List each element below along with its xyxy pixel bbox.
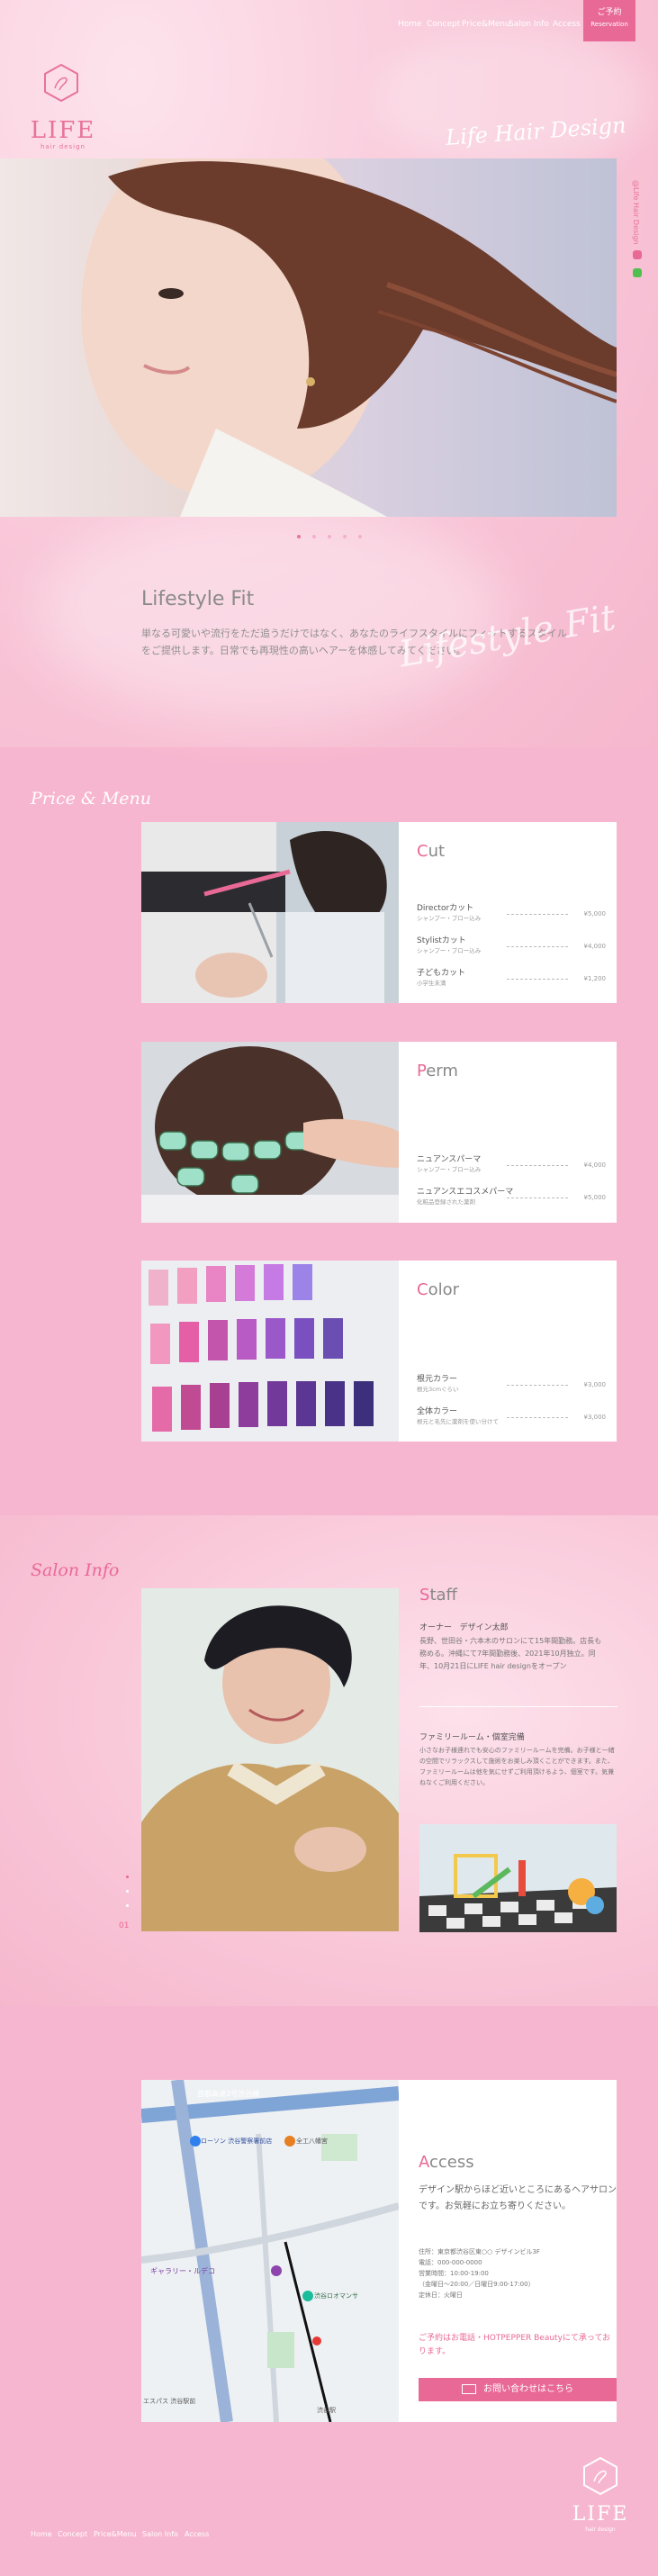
access-title: Access <box>419 2153 474 2172</box>
divider <box>419 1706 617 1707</box>
color-title: Color <box>417 1280 460 1299</box>
staff-photo <box>141 1588 399 1931</box>
menu-card-cut: Cut Directorカット シャンプー・ブロー込み ¥5,000 Styli… <box>141 822 617 1003</box>
access-hours-note: （金曜日～20:00／日曜日9:00-17:00） <box>419 2281 535 2288</box>
contact-label: お問い合わせはこちら <box>483 2384 573 2394</box>
brand-logo-sub: hair design <box>41 143 86 150</box>
reserve-button[interactable]: ご予約 Reservation <box>583 0 635 41</box>
reserve-sub: Reservation <box>590 21 628 28</box>
footer-brand[interactable]: LIFE <box>567 2503 634 2526</box>
staff-dot-3[interactable] <box>126 1904 129 1907</box>
cut-photo <box>141 822 399 1003</box>
slide-dot-5[interactable] <box>358 535 362 538</box>
access-tel: 電話：000-000-0000 <box>419 2259 482 2266</box>
nav-price-menu[interactable]: Price&Menu <box>462 20 510 29</box>
access-address: 住所：東京都渋谷区東○○ デザインビル3F <box>419 2248 540 2255</box>
side-label: @Life Hair Design <box>632 180 640 245</box>
dotted-leader <box>507 1165 568 1166</box>
staff-page-indicator: 01 <box>119 1921 130 1930</box>
staff-dot-2[interactable] <box>126 1890 129 1893</box>
family-room-photo <box>419 1824 617 1932</box>
slide-dot-2[interactable] <box>312 535 316 538</box>
map-label: 渋谷ロオマンサ <box>314 2292 358 2300</box>
staff-title: Staff <box>419 1586 457 1604</box>
access-lead: デザイン駅からほど近いところにあるヘアサロンです。お気軽にお立ち寄りください。 <box>419 2185 617 2211</box>
footer-nav-concept[interactable]: Concept <box>58 2530 87 2538</box>
footer-logo-icon[interactable] <box>581 2456 620 2496</box>
nav-access[interactable]: Access <box>553 20 581 29</box>
menu-card-perm: Perm ニュアンスパーマ シャンプー・ブロー込み ¥4,000 ニュアンスエコ… <box>141 1042 617 1223</box>
owner-line: オーナー デザイン太郎 <box>419 1621 509 1632</box>
menu-item: Stylistカット シャンプー・ブロー込み ¥4,000 <box>417 936 606 954</box>
staff-dot-1[interactable] <box>126 1876 129 1878</box>
reserve-note: ご予約はお電話・HOTPEPPER Beautyにて承っております。 <box>419 2334 611 2356</box>
perm-title: Perm <box>417 1062 458 1080</box>
dotted-leader <box>507 1417 568 1418</box>
footer-nav-price-menu[interactable]: Price&Menu <box>94 2530 137 2538</box>
concept-title: Lifestyle Fit <box>141 588 255 610</box>
footer-nav-access[interactable]: Access <box>185 2530 209 2538</box>
dotted-leader <box>507 979 568 980</box>
footer-nav-salon-info[interactable]: Salon Info <box>142 2530 178 2538</box>
slide-dot-4[interactable] <box>343 535 347 538</box>
instagram-icon[interactable] <box>633 250 642 259</box>
access-map[interactable]: 首都高速3号渋谷線 ローソン 渋谷警察署前店 全工八幡宮 ギャラリー・ルデコ 渋… <box>141 2080 399 2422</box>
menu-item: 根元カラー 根元3cmぐらい ¥3,000 <box>417 1375 606 1393</box>
dotted-leader <box>507 946 568 947</box>
cut-title: Cut <box>417 842 446 861</box>
nav-home[interactable]: Home <box>398 20 422 29</box>
map-label: 全工八幡宮 <box>296 2138 328 2145</box>
slide-dot-3[interactable] <box>328 535 331 538</box>
nav-concept[interactable]: Concept <box>427 20 460 29</box>
slide-dot-1[interactable] <box>297 535 301 538</box>
logo-icon[interactable] <box>41 63 81 103</box>
color-photo <box>141 1261 399 1442</box>
salon-info-title: Salon Info <box>31 1560 120 1580</box>
nav-salon-info[interactable]: Salon Info <box>509 20 549 29</box>
perm-photo <box>141 1042 399 1223</box>
menu-item: ニュアンスパーマ シャンプー・ブロー込み ¥4,000 <box>417 1155 606 1173</box>
menu-item: ニュアンスエコスメパーマ 化粧品登録された薬剤 ¥5,000 <box>417 1188 606 1206</box>
map-label: ローソン 渋谷警察署前店 <box>201 2138 273 2145</box>
owner-role: オーナー <box>419 1623 453 1632</box>
map-label: エスパス 渋谷駅前 <box>143 2398 196 2405</box>
dotted-leader <box>507 914 568 915</box>
footer-nav-home[interactable]: Home <box>31 2530 52 2538</box>
menu-card-color: Color 根元カラー 根元3cmぐらい ¥3,000 全体カラー 根元と毛先に… <box>141 1261 617 1442</box>
owner-bio: 長野、世田谷・六本木のサロンにて15年間勤務。店長も務める。沖縄にて7年間勤務後… <box>419 1637 602 1670</box>
price-menu-title: Price & Menu <box>31 789 151 809</box>
map-label: ギャラリー・ルデコ <box>150 2267 215 2275</box>
line-icon[interactable] <box>633 268 642 277</box>
family-room-title: ファミリールーム・個室完備 <box>419 1733 525 1742</box>
family-room-body: 小さなお子様連れでも安心のファミリールームを完備。お子様と一緒の空間でリラックス… <box>419 1747 615 1786</box>
map-label: 首都高速3号渋谷線 <box>197 2090 260 2098</box>
contact-button[interactable]: お問い合わせはこちら <box>419 2378 617 2401</box>
mail-icon <box>462 2383 476 2394</box>
footer-brand-sub: hair design <box>585 2526 616 2533</box>
access-closed: 定休日：火曜日 <box>419 2291 463 2299</box>
menu-item: 子どもカット 小学生未満 ¥1,200 <box>417 969 606 987</box>
reserve-label: ご予約 <box>597 8 622 17</box>
dotted-leader <box>507 1385 568 1386</box>
access-info: 住所：東京都渋谷区東○○ デザインビル3F 電話：000-000-0000 営業… <box>419 2246 617 2300</box>
menu-item: 全体カラー 根元と毛先に薬剤を使い分けて ¥3,000 <box>417 1407 606 1425</box>
access-hours: 営業時間：10:00-19:00 <box>419 2270 489 2277</box>
map-label: 渋谷駅 <box>317 2407 336 2414</box>
owner-name: デザイン太郎 <box>459 1623 509 1632</box>
brand-logo-text[interactable]: LIFE <box>27 117 99 144</box>
menu-item: Directorカット シャンプー・ブロー込み ¥5,000 <box>417 904 606 922</box>
hero-image <box>0 158 617 517</box>
